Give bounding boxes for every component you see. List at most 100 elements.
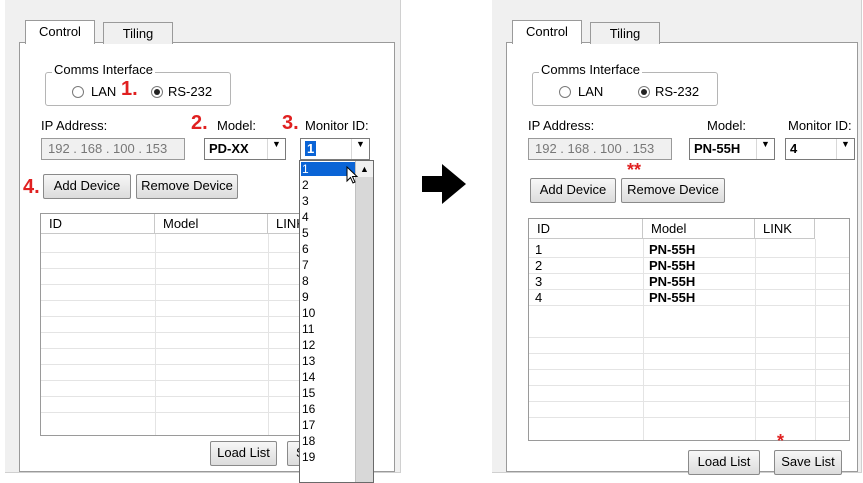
left-load-list-button[interactable]: Load List bbox=[210, 441, 277, 466]
right-row-1-id[interactable]: 1 bbox=[535, 242, 542, 257]
dropdown-option[interactable]: 6 bbox=[302, 242, 309, 256]
right-row-1-model[interactable]: PN-55H bbox=[649, 242, 695, 257]
right-col-divider bbox=[815, 239, 816, 440]
right-ip-address-field[interactable]: 192 . 168 . 100 . 153 bbox=[528, 138, 672, 160]
right-single-asterisk-marker: * bbox=[777, 431, 785, 451]
right-row-3-id[interactable]: 3 bbox=[535, 274, 542, 289]
chevron-down-icon[interactable]: ▼ bbox=[351, 139, 369, 159]
left-device-list[interactable]: ID Model LINK bbox=[40, 213, 312, 436]
dropdown-option[interactable]: 19 bbox=[302, 450, 315, 464]
left-radio-rs232-label: RS-232 bbox=[168, 84, 213, 99]
left-row-line bbox=[41, 284, 311, 285]
arrow-right-icon bbox=[422, 164, 466, 204]
dropdown-option[interactable]: 3 bbox=[302, 194, 309, 208]
right-radio-rs232[interactable] bbox=[638, 86, 650, 98]
left-monitor-id-select[interactable]: 1 ▼ bbox=[300, 138, 370, 160]
right-row-2-model[interactable]: PN-55H bbox=[649, 258, 695, 273]
right-ip-address-label: IP Address: bbox=[528, 118, 595, 133]
left-control-panel: Control Tiling Comms Interface LAN 1. RS… bbox=[5, 0, 401, 483]
right-row-line bbox=[529, 337, 849, 338]
right-row-4-model[interactable]: PN-55H bbox=[649, 290, 695, 305]
left-row-line bbox=[41, 348, 311, 349]
right-add-device-button[interactable]: Add Device bbox=[530, 178, 616, 203]
left-comms-interface-title: Comms Interface bbox=[52, 62, 155, 77]
left-row-line bbox=[41, 316, 311, 317]
right-tab-control[interactable]: Control bbox=[512, 20, 582, 44]
left-col-header-model[interactable]: Model bbox=[155, 214, 268, 234]
left-row-line bbox=[41, 252, 311, 253]
right-row-4-id[interactable]: 4 bbox=[535, 290, 542, 305]
right-monitor-id-select-value: 4 bbox=[790, 141, 798, 156]
right-model-select-value: PN-55H bbox=[694, 141, 741, 156]
mouse-cursor-icon bbox=[346, 166, 359, 184]
left-col-header-id[interactable]: ID bbox=[41, 214, 155, 234]
left-radio-lan-label: LAN bbox=[91, 84, 117, 99]
dropdown-option[interactable]: 5 bbox=[302, 226, 309, 240]
left-model-select-value: PD-XX bbox=[209, 141, 249, 156]
dropdown-option[interactable]: 11 bbox=[302, 322, 314, 336]
left-radio-rs232[interactable] bbox=[151, 86, 163, 98]
left-add-device-button[interactable]: Add Device bbox=[43, 174, 131, 199]
right-col-header-id[interactable]: ID bbox=[529, 219, 643, 239]
chevron-down-icon[interactable]: ▼ bbox=[756, 139, 774, 159]
dropdown-option[interactable]: 7 bbox=[302, 258, 309, 272]
dropdown-option[interactable]: 4 bbox=[302, 210, 309, 224]
right-col-divider bbox=[643, 239, 644, 440]
left-row-line bbox=[41, 268, 311, 269]
left-model-select[interactable]: PD-XX ▼ bbox=[204, 138, 286, 160]
left-model-label: Model: bbox=[217, 118, 257, 133]
right-monitor-id-select[interactable]: 4 ▼ bbox=[785, 138, 855, 160]
chevron-down-icon[interactable]: ▼ bbox=[267, 139, 285, 159]
right-col-header-model[interactable]: Model bbox=[643, 219, 755, 239]
right-comms-interface-title: Comms Interface bbox=[539, 62, 642, 77]
right-radio-lan-label: LAN bbox=[578, 84, 604, 99]
right-radio-lan[interactable] bbox=[559, 86, 571, 98]
right-row-2-id[interactable]: 2 bbox=[535, 258, 542, 273]
dropdown-option[interactable]: 1 bbox=[302, 162, 309, 176]
right-row-line bbox=[529, 305, 849, 306]
dropdown-option[interactable]: 12 bbox=[302, 338, 315, 352]
left-monitor-id-dropdown-list[interactable]: 1 2 3 4 5 6 7 8 9 10 11 12 13 14 15 16 1… bbox=[299, 160, 374, 483]
dropdown-option[interactable]: 18 bbox=[302, 434, 315, 448]
dropdown-scrollbar[interactable]: ▲ bbox=[355, 161, 373, 482]
right-model-select[interactable]: PN-55H ▼ bbox=[689, 138, 775, 160]
dropdown-option[interactable]: 2 bbox=[302, 178, 309, 192]
dropdown-option[interactable]: 16 bbox=[302, 402, 315, 416]
left-row-line bbox=[41, 380, 311, 381]
right-save-list-button[interactable]: Save List bbox=[774, 450, 842, 475]
left-col-divider bbox=[155, 234, 156, 435]
dropdown-option[interactable]: 17 bbox=[302, 418, 315, 432]
dropdown-option[interactable]: 10 bbox=[302, 306, 315, 320]
right-model-label: Model: bbox=[707, 118, 747, 133]
right-device-list[interactable]: ID Model LINK 1 PN-55H 2 PN-55H 3 PN-55H… bbox=[528, 218, 850, 441]
left-tab-tiling[interactable]: Tiling bbox=[103, 22, 173, 44]
left-ip-address-label: IP Address: bbox=[41, 118, 108, 133]
right-control-panel: Control Tiling Comms Interface LAN RS-23… bbox=[492, 0, 862, 475]
left-ip-address-field[interactable]: 192 . 168 . 100 . 153 bbox=[41, 138, 185, 160]
left-col-divider bbox=[268, 234, 269, 435]
right-row-3-model[interactable]: PN-55H bbox=[649, 274, 695, 289]
right-row-line bbox=[529, 385, 849, 386]
right-remove-device-button[interactable]: Remove Device bbox=[621, 178, 725, 203]
right-col-header-link[interactable]: LINK bbox=[755, 219, 815, 239]
right-row-line bbox=[529, 401, 849, 402]
right-tab-tiling[interactable]: Tiling bbox=[590, 22, 660, 44]
left-radio-lan[interactable] bbox=[72, 86, 84, 98]
left-remove-device-button[interactable]: Remove Device bbox=[136, 174, 238, 199]
right-row-line bbox=[529, 353, 849, 354]
dropdown-option[interactable]: 8 bbox=[302, 274, 309, 288]
dropdown-option[interactable]: 14 bbox=[302, 370, 315, 384]
left-row-line bbox=[41, 300, 311, 301]
left-row-line bbox=[41, 396, 311, 397]
right-row-line bbox=[529, 417, 849, 418]
chevron-down-icon[interactable]: ▼ bbox=[836, 139, 854, 159]
dropdown-option[interactable]: 9 bbox=[302, 290, 309, 304]
right-col-divider bbox=[755, 239, 756, 440]
dropdown-option[interactable]: 13 bbox=[302, 354, 315, 368]
right-load-list-button[interactable]: Load List bbox=[688, 450, 760, 475]
left-step-1-label: 1. bbox=[121, 78, 138, 100]
left-monitor-id-label: Monitor ID: bbox=[305, 118, 369, 133]
left-tab-control[interactable]: Control bbox=[25, 20, 95, 44]
dropdown-option[interactable]: 15 bbox=[302, 386, 315, 400]
left-monitor-id-select-value: 1 bbox=[305, 141, 317, 156]
